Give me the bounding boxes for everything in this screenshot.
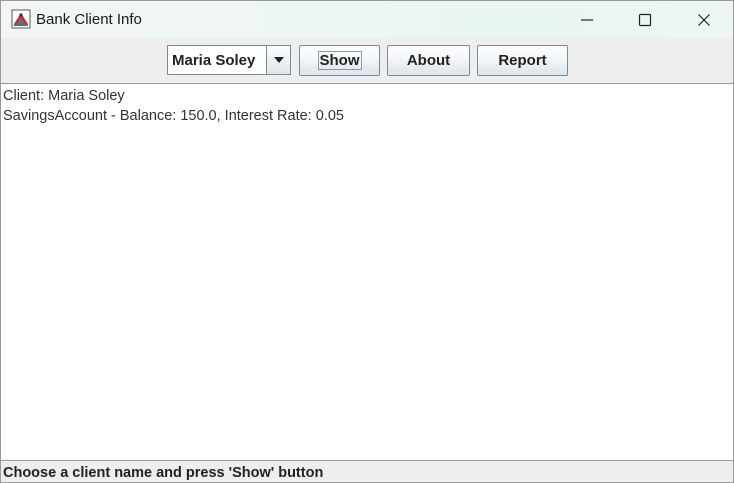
client-select[interactable]: Maria Soley bbox=[167, 45, 291, 75]
toolbar: Maria Soley Show About Report bbox=[1, 38, 733, 83]
about-button-label: About bbox=[406, 52, 451, 69]
maximize-button[interactable] bbox=[616, 1, 674, 38]
title-bar[interactable]: Bank Client Info bbox=[1, 1, 733, 38]
client-name-line: Client: Maria Soley bbox=[3, 88, 125, 104]
close-button[interactable] bbox=[675, 1, 733, 38]
close-icon bbox=[697, 13, 711, 27]
about-button[interactable]: About bbox=[387, 45, 470, 76]
status-bar-text: Choose a client name and press 'Show' bu… bbox=[3, 465, 324, 481]
window-title: Bank Client Info bbox=[36, 11, 142, 28]
client-select-value: Maria Soley bbox=[172, 52, 256, 69]
client-info-text-area[interactable]: Client: Maria Soley SavingsAccount - Bal… bbox=[1, 83, 733, 461]
report-button[interactable]: Report bbox=[477, 45, 568, 76]
show-button-label: Show bbox=[317, 51, 362, 70]
java-app-icon bbox=[11, 9, 31, 29]
show-button[interactable]: Show bbox=[299, 45, 380, 76]
minimize-button[interactable] bbox=[558, 1, 616, 38]
maximize-icon bbox=[638, 13, 652, 27]
minimize-icon bbox=[580, 13, 594, 27]
report-button-label: Report bbox=[498, 52, 547, 69]
app-window: Bank Client Info Maria Soley Show About … bbox=[0, 0, 734, 483]
account-info-line: SavingsAccount - Balance: 150.0, Interes… bbox=[3, 108, 344, 124]
chevron-down-icon bbox=[273, 57, 284, 63]
dropdown-arrow-button[interactable] bbox=[266, 46, 290, 74]
